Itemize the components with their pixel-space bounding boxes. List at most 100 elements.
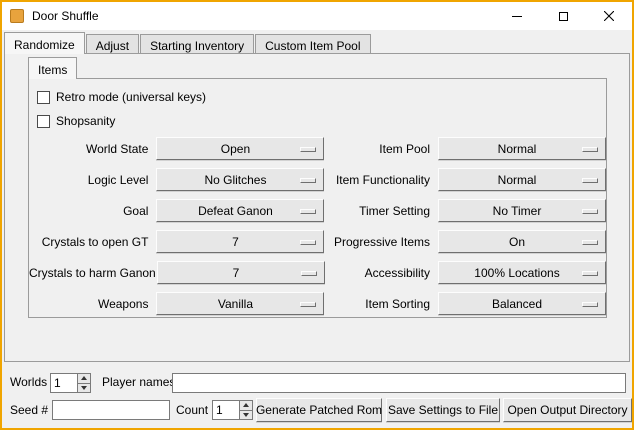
timer-setting-value: No Timer bbox=[493, 204, 542, 218]
field-row: Crystals to harm Ganon 7 Accessibility 1… bbox=[29, 257, 606, 288]
tab-custom-item-pool[interactable]: Custom Item Pool bbox=[255, 34, 370, 54]
goal-label: Goal bbox=[29, 204, 148, 218]
window-title: Door Shuffle bbox=[32, 9, 99, 23]
seed-label: Seed # bbox=[10, 400, 48, 420]
tab-adjust[interactable]: Adjust bbox=[86, 34, 139, 54]
accessibility-label: Accessibility bbox=[329, 266, 430, 280]
worlds-spinbox bbox=[50, 373, 91, 393]
arrow-down-icon bbox=[243, 413, 249, 417]
item-pool-label: Item Pool bbox=[328, 142, 430, 156]
dropdown-indicator-icon bbox=[300, 178, 316, 183]
item-functionality-label: Item Functionality bbox=[328, 173, 430, 187]
count-spinbox bbox=[212, 400, 253, 420]
retro-mode-label: Retro mode (universal keys) bbox=[56, 90, 206, 104]
item-functionality-dropdown[interactable]: Normal bbox=[438, 168, 606, 191]
timer-setting-label: Timer Setting bbox=[328, 204, 430, 218]
goal-value: Defeat Ganon bbox=[198, 204, 273, 218]
item-functionality-value: Normal bbox=[498, 173, 537, 187]
minimize-button[interactable] bbox=[494, 2, 540, 30]
goal-dropdown[interactable]: Defeat Ganon bbox=[156, 199, 324, 222]
accessibility-value: 100% Locations bbox=[474, 266, 559, 280]
weapons-value: Vanilla bbox=[218, 297, 253, 311]
field-row: Weapons Vanilla Item Sorting Balanced bbox=[29, 288, 606, 319]
progressive-items-value: On bbox=[509, 235, 525, 249]
maximize-icon bbox=[559, 12, 568, 21]
seed-input[interactable] bbox=[52, 400, 170, 420]
worlds-spin-down-button[interactable] bbox=[77, 384, 91, 394]
count-label: Count bbox=[176, 400, 208, 420]
bottom-row-1: Worlds Player names bbox=[6, 372, 628, 394]
count-input[interactable] bbox=[212, 400, 239, 420]
arrow-up-icon bbox=[81, 376, 87, 380]
arrow-down-icon bbox=[81, 386, 87, 390]
player-names-input[interactable] bbox=[172, 373, 626, 393]
crystals-gt-label: Crystals to open GT bbox=[29, 235, 148, 249]
shopsanity-label: Shopsanity bbox=[56, 114, 115, 128]
window: Door Shuffle Randomize Adjust Starting I… bbox=[0, 0, 634, 430]
logic-level-label: Logic Level bbox=[29, 173, 148, 187]
generate-patched-rom-button[interactable]: Generate Patched Rom bbox=[256, 398, 382, 422]
close-icon bbox=[604, 11, 614, 21]
dropdown-indicator-icon bbox=[300, 302, 316, 307]
weapons-label: Weapons bbox=[29, 297, 148, 311]
world-state-label: World State bbox=[29, 142, 148, 156]
crystals-gt-value: 7 bbox=[232, 235, 239, 249]
titlebar[interactable]: Door Shuffle bbox=[2, 2, 632, 30]
minimize-icon bbox=[512, 16, 522, 17]
dropdown-indicator-icon bbox=[582, 271, 598, 276]
tab-items[interactable]: Items bbox=[28, 57, 77, 79]
field-row: Crystals to open GT 7 Progressive Items … bbox=[29, 226, 606, 257]
dropdown-indicator-icon bbox=[300, 209, 316, 214]
weapons-dropdown[interactable]: Vanilla bbox=[156, 292, 324, 315]
app-icon bbox=[10, 9, 24, 23]
item-sorting-dropdown[interactable]: Balanced bbox=[438, 292, 606, 315]
close-button[interactable] bbox=[586, 2, 632, 30]
count-spin-up-button[interactable] bbox=[239, 400, 253, 411]
timer-setting-dropdown[interactable]: No Timer bbox=[438, 199, 606, 222]
item-pool-value: Normal bbox=[498, 142, 537, 156]
shopsanity-row: Shopsanity bbox=[29, 109, 606, 133]
open-output-directory-button[interactable]: Open Output Directory bbox=[503, 398, 632, 422]
bottom-row-2: Seed # Count Generate Patched Rom Save S… bbox=[6, 398, 628, 422]
arrow-up-icon bbox=[243, 403, 249, 407]
world-state-dropdown[interactable]: Open bbox=[156, 137, 324, 160]
crystals-ganon-value: 7 bbox=[233, 266, 240, 280]
progressive-items-label: Progressive Items bbox=[328, 235, 430, 249]
worlds-input[interactable] bbox=[50, 373, 77, 393]
dropdown-indicator-icon bbox=[301, 271, 317, 276]
crystals-ganon-label: Crystals to harm Ganon bbox=[29, 266, 149, 280]
tab-starting-inventory[interactable]: Starting Inventory bbox=[140, 34, 254, 54]
field-row: World State Open Item Pool Normal bbox=[29, 133, 606, 164]
dropdown-indicator-icon bbox=[300, 147, 316, 152]
retro-mode-row: Retro mode (universal keys) bbox=[29, 85, 606, 109]
logic-level-value: No Glitches bbox=[204, 173, 266, 187]
worlds-label: Worlds bbox=[10, 372, 47, 392]
tab-randomize[interactable]: Randomize bbox=[4, 32, 85, 54]
dropdown-indicator-icon bbox=[582, 240, 598, 245]
items-tab-panel: Retro mode (universal keys) Shopsanity W… bbox=[28, 78, 607, 318]
dropdown-indicator-icon bbox=[300, 240, 316, 245]
maximize-button[interactable] bbox=[540, 2, 586, 30]
player-names-label: Player names bbox=[102, 372, 175, 392]
dropdown-indicator-icon bbox=[582, 178, 598, 183]
retro-mode-checkbox[interactable] bbox=[37, 91, 50, 104]
crystals-ganon-dropdown[interactable]: 7 bbox=[157, 261, 325, 284]
logic-level-dropdown[interactable]: No Glitches bbox=[156, 168, 324, 191]
item-sorting-label: Item Sorting bbox=[328, 297, 430, 311]
dropdown-indicator-icon bbox=[582, 302, 598, 307]
save-settings-button[interactable]: Save Settings to File bbox=[386, 398, 500, 422]
crystals-gt-dropdown[interactable]: 7 bbox=[156, 230, 324, 253]
primary-tab-bar: Randomize Adjust Starting Inventory Cust… bbox=[4, 32, 372, 54]
worlds-spin-up-button[interactable] bbox=[77, 373, 91, 384]
dropdown-indicator-icon bbox=[582, 209, 598, 214]
progressive-items-dropdown[interactable]: On bbox=[438, 230, 606, 253]
field-row: Goal Defeat Ganon Timer Setting No Timer bbox=[29, 195, 606, 226]
count-spin-down-button[interactable] bbox=[239, 411, 253, 421]
world-state-value: Open bbox=[221, 142, 250, 156]
field-row: Logic Level No Glitches Item Functionali… bbox=[29, 164, 606, 195]
accessibility-dropdown[interactable]: 100% Locations bbox=[438, 261, 606, 284]
item-pool-dropdown[interactable]: Normal bbox=[438, 137, 606, 160]
shopsanity-checkbox[interactable] bbox=[37, 115, 50, 128]
item-sorting-value: Balanced bbox=[492, 297, 542, 311]
dropdown-indicator-icon bbox=[582, 147, 598, 152]
